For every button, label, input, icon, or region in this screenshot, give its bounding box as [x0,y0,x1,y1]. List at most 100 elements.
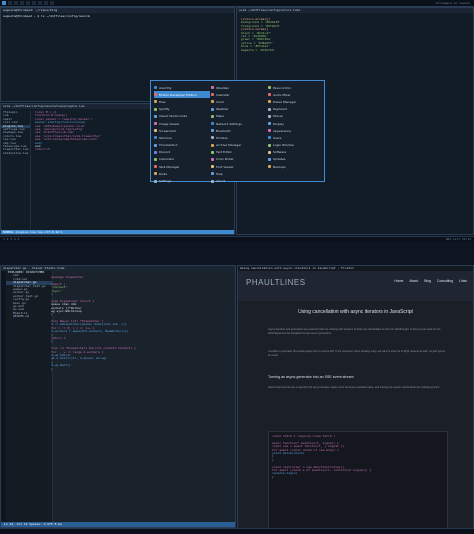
launcher-item-label: Bluetooth [216,128,231,133]
vscode-window[interactable]: dispatcher.go - Visual Studio Code EXPLO… [0,265,236,528]
launcher-item[interactable]: Clock [211,98,267,105]
launcher-item-label: Terminal [159,135,172,140]
launcher-item[interactable]: Discord [154,149,210,156]
app-icon [211,165,214,169]
launcher-item-label: Appearance [273,128,292,133]
workspace-tag-6[interactable] [32,1,36,5]
app-icon [268,114,271,118]
colors-editor-buffer[interactable]: [colors.primary] background = '#0d1620' fo… [241,18,471,52]
app-icon [211,136,214,140]
explorer-file-item[interactable]: README.md [6,315,52,318]
launcher-item[interactable]: Screenshot [154,127,210,134]
workspace-tag-4[interactable] [20,1,24,5]
launcher-item-label: Thunderbird [159,143,178,148]
launcher-item[interactable]: Files [154,98,210,105]
launcher-item[interactable]: Color Picker [211,156,267,163]
launcher-item[interactable]: Help [211,170,267,177]
blog-subheading: Turning an async generator into an SSE e… [268,375,354,379]
terminal-prompt[interactable]: augusta@thinkpad ~ $ ls ~/dotfiles/confi… [3,15,90,18]
app-icon [211,150,214,154]
app-icon [154,150,157,154]
blog-nav-link[interactable]: About [409,279,418,283]
workspace-tag-1[interactable] [2,1,6,5]
neovim-file-tree[interactable]: ftplugin lua spell init.vim plugins.lua setti… [1,111,31,229]
blog-nav-link[interactable]: Blog [424,279,431,283]
launcher-item[interactable]: Spotify [154,106,210,113]
launcher-item[interactable]: Users [268,134,324,141]
workspace-tag-7[interactable] [38,1,42,5]
launcher-item-label: Login Window [273,143,294,148]
launcher-item[interactable]: Maps [211,113,267,120]
browser-window[interactable]: Using cancellation with async iterators … [237,265,474,533]
launcher-item[interactable]: Disks [154,170,210,177]
app-icon [211,86,214,90]
launcher-item[interactable]: Appearance [268,127,324,134]
blog-code-line: } [272,475,274,479]
launcher-item[interactable]: Thunderbird [154,142,210,149]
terminal-title: augusta@thinkpad: ~/repos/blog [1,8,234,13]
launcher-item-label: Archive Manager [216,143,242,148]
launcher-item[interactable]: Mouse [268,113,324,120]
launcher-item[interactable]: Image Viewer [154,120,210,127]
top-bar-hint: Alt+Space to launch [435,1,470,5]
launcher-item[interactable]: Settings [154,177,210,184]
workspace-tag-8[interactable] [44,1,48,5]
launcher-item[interactable]: Obsidian [211,84,267,91]
launcher-item[interactable]: Calculator [154,156,210,163]
launcher-item-label: Calculator [159,157,175,162]
launcher-item[interactable]: Printers [211,134,267,141]
launcher-item[interactable]: Software [268,149,324,156]
top-bar: Alt+Space to launch [0,0,474,7]
workspace-tag-5[interactable] [26,1,30,5]
app-launcher[interactable]: Alacritty Firefox Developer Edition Files S… [150,80,325,184]
launcher-item[interactable]: Bluetooth [211,127,267,134]
blog-nav-link[interactable]: Consulting [437,279,453,283]
launcher-item[interactable]: Terminal [154,134,210,141]
blog-logo[interactable]: PHAULTLINES [246,278,306,287]
launcher-item[interactable]: Audio Mixer [268,91,324,98]
blog-nav-link[interactable]: Links [459,279,467,283]
launcher-item[interactable]: Login Window [268,142,324,149]
launcher-item[interactable]: Weather [211,106,267,113]
launcher-item[interactable]: Network Settings [211,120,267,127]
launcher-item-label: Firefox Developer Edition [159,92,197,97]
launcher-item[interactable]: Keyboard [268,106,324,113]
launcher-item[interactable]: Display [268,120,324,127]
app-icon [154,93,157,97]
app-icon [154,165,157,169]
launcher-item[interactable]: Visual Studio Code [154,113,210,120]
workspace-tag-3[interactable] [14,1,18,5]
launcher-item-label: Display [273,121,285,126]
app-icon [211,157,214,161]
launcher-item[interactable]: Archive Manager [211,142,267,149]
app-icon [211,172,214,176]
launcher-item[interactable]: Firefox Developer Edition [154,91,210,99]
workspace-tag-9[interactable] [50,1,54,5]
launcher-item[interactable]: Power Manager [268,98,324,105]
launcher-item[interactable]: Task Manager [154,163,210,170]
launcher-item[interactable]: Text Editor [211,149,267,156]
launcher-item-label: Image Viewer [159,121,180,126]
app-icon [211,122,214,126]
launcher-item-label: Task Manager [159,164,180,169]
blog-nav-link[interactable]: Home [394,279,403,283]
app-icon [211,179,214,183]
app-icon [211,93,214,97]
launcher-item[interactable]: Backups [268,163,324,170]
app-icon [154,114,157,118]
app-icon [211,100,214,104]
launcher-item[interactable]: Updates [268,156,324,163]
vscode-explorer[interactable]: EXPLORER: DISPATCHER cmd internal dispatch… [6,271,53,522]
launcher-item[interactable]: Font Viewer [211,163,267,170]
launcher-item[interactable]: Pavucontrol [268,84,324,91]
vscode-editor[interactable]: package dispatcher import ( "context" "sy… [51,276,232,521]
blog-header: PHAULTLINES Home About Blog Consulting Links [238,271,473,301]
launcher-item[interactable]: About [211,177,267,184]
launcher-item[interactable]: Alacritty [154,84,210,91]
blog-paragraph-3: Server-Sent Events are a natural fit for… [268,386,441,389]
workspace-tag-2[interactable] [8,1,12,5]
launcher-item-label: Screenshot [159,128,176,133]
launcher-item-label: About [216,179,225,184]
neovim-file-item[interactable]: statusline.lua [1,152,30,155]
launcher-item[interactable]: Calendar [211,91,267,98]
